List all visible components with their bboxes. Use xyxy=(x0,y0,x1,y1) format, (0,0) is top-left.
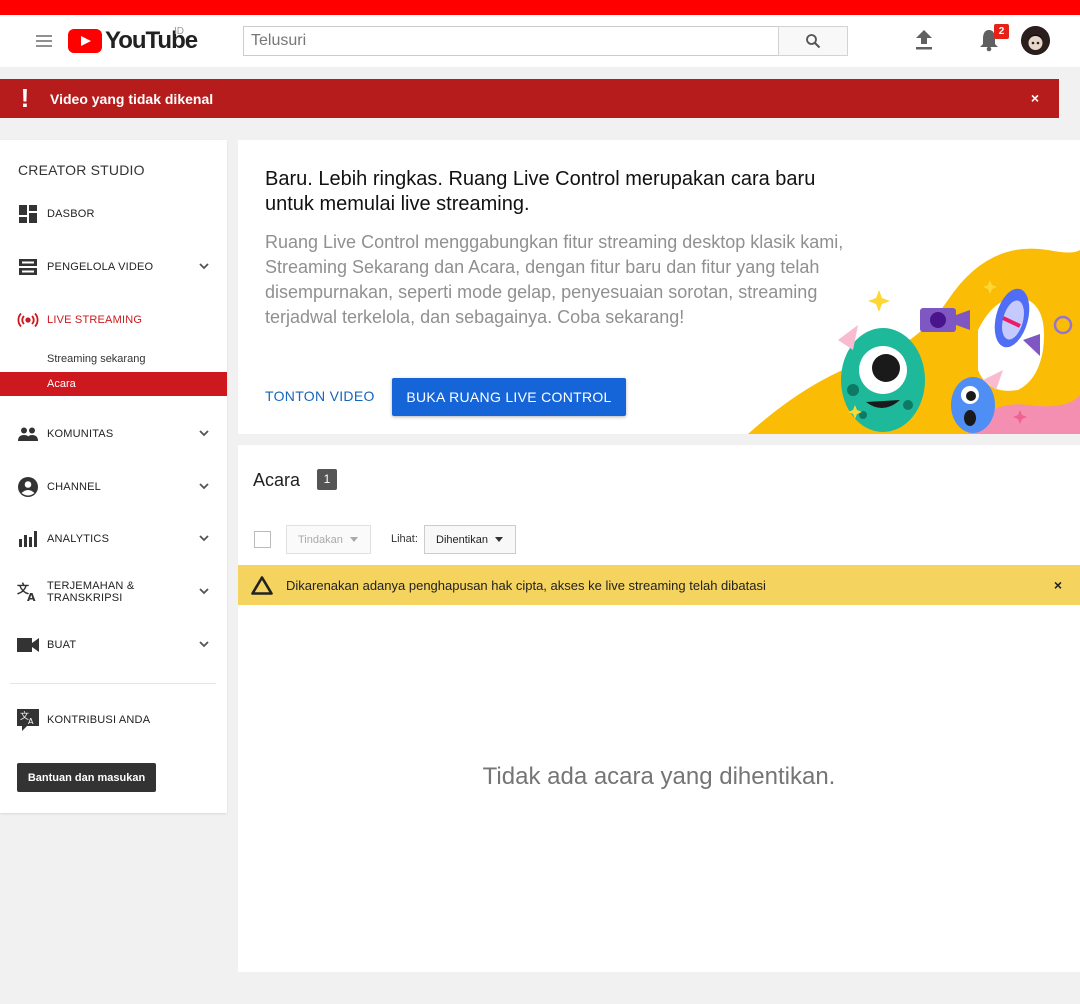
chevron-down-icon[interactable] xyxy=(199,261,209,271)
creator-studio-sidebar: CREATOR STUDIO DASBOR PENGELOLA VIDEO LI… xyxy=(0,140,227,813)
search-input[interactable]: Telusuri xyxy=(243,26,779,56)
sidebar-item-analytics[interactable]: ANALYTICS xyxy=(0,524,227,554)
view-filter-value: Dihentikan xyxy=(436,533,488,546)
translate-icon: 文A xyxy=(17,582,36,602)
sidebar-item-label: CHANNEL xyxy=(47,481,101,493)
label-line: TRANSKRIPSI xyxy=(47,592,123,604)
help-feedback-button[interactable]: Bantuan dan masukan xyxy=(17,763,156,792)
events-panel: Acara 1 Tindakan Lihat: Dihentikan Dikar… xyxy=(238,445,1080,972)
top-red-strip xyxy=(0,0,1080,15)
actions-dropdown-label: Tindakan xyxy=(298,533,343,546)
contribution-translate-icon: 文A xyxy=(16,709,39,731)
label-line: TERJEMAHAN & xyxy=(47,580,135,592)
actions-dropdown[interactable]: Tindakan xyxy=(286,525,371,554)
dashboard-icon xyxy=(18,205,37,223)
sidebar-item-pengelola-video[interactable]: PENGELOLA VIDEO xyxy=(0,252,227,282)
open-live-control-button[interactable]: BUKA RUANG LIVE CONTROL xyxy=(392,378,626,416)
warning-triangle-icon xyxy=(251,575,273,595)
avatar-image-icon xyxy=(1021,26,1050,55)
notification-badge: 2 xyxy=(994,24,1009,39)
sidebar-item-dasbor[interactable]: DASBOR xyxy=(0,199,227,229)
sidebar-item-live-streaming[interactable]: LIVE STREAMING xyxy=(0,305,227,335)
country-code: ID xyxy=(174,26,184,37)
avatar[interactable] xyxy=(1021,26,1050,55)
video-camera-icon xyxy=(16,638,39,652)
svg-text:A: A xyxy=(27,591,36,602)
sidebar-subitem-acara[interactable]: Acara xyxy=(0,372,227,396)
view-label: Lihat: xyxy=(391,533,418,545)
chevron-down-icon[interactable] xyxy=(199,586,209,596)
events-title: Acara xyxy=(253,470,301,490)
sidebar-item-komunitas[interactable]: KOMUNITAS xyxy=(0,419,227,449)
sidebar-item-channel[interactable]: CHANNEL xyxy=(0,472,227,502)
sidebar-item-label: LIVE STREAMING xyxy=(47,314,143,326)
account-circle-icon xyxy=(17,477,38,497)
sidebar-item-label: PENGELOLA VIDEO xyxy=(47,261,154,273)
sidebar-item-label: ANALYTICS xyxy=(47,533,110,545)
video-manager-icon xyxy=(18,259,37,275)
empty-state-message: Tidak ada acara yang dihentikan. xyxy=(482,763,836,790)
events-count-badge: 1 xyxy=(317,469,337,490)
analytics-bar-icon xyxy=(18,531,37,547)
masthead: YouTube ID Telusuri 2 xyxy=(0,15,1080,67)
sidebar-item-label: KOMUNITAS xyxy=(47,428,114,440)
sidebar-item-terjemahan[interactable]: 文A TERJEMAHAN & TRANSKRIPSI xyxy=(0,577,227,607)
chevron-down-icon[interactable] xyxy=(199,533,209,543)
menu-icon[interactable] xyxy=(36,35,52,47)
sidebar-item-label: DASBOR xyxy=(47,208,95,220)
chevron-down-icon[interactable] xyxy=(199,428,209,438)
sidebar-item-label: KONTRIBUSI ANDA xyxy=(47,714,151,726)
sidebar-subitem-streaming-sekarang[interactable]: Streaming sekarang xyxy=(0,347,227,371)
sidebar-title: CREATOR STUDIO xyxy=(18,162,145,178)
select-all-checkbox[interactable] xyxy=(254,531,271,548)
live-control-promo: Baru. Lebih ringkas. Ruang Live Control … xyxy=(238,140,1080,434)
chevron-down-icon[interactable] xyxy=(199,481,209,491)
alert-message: Video yang tidak dikenal xyxy=(50,90,214,107)
sidebar-item-buat[interactable]: BUAT xyxy=(0,630,227,660)
close-warning-button[interactable]: × xyxy=(1054,577,1062,593)
live-streaming-icon xyxy=(17,312,38,328)
upload-icon[interactable] xyxy=(914,29,934,51)
search-icon xyxy=(806,34,821,49)
community-icon xyxy=(17,427,38,441)
caret-down-icon xyxy=(349,537,358,542)
promo-illustration xyxy=(748,248,1080,434)
sidebar-divider xyxy=(10,683,216,684)
search-button[interactable] xyxy=(778,26,848,56)
chevron-down-icon[interactable] xyxy=(199,639,209,649)
sidebar-item-label: TERJEMAHAN & TRANSKRIPSI xyxy=(47,580,134,604)
sidebar-item-label: BUAT xyxy=(47,639,77,651)
caret-down-icon xyxy=(494,537,503,542)
unknown-video-alert: ! Video yang tidak dikenal × xyxy=(0,79,1059,118)
sidebar-item-kontribusi[interactable]: 文A KONTRIBUSI ANDA xyxy=(0,705,227,735)
svg-text:A: A xyxy=(28,717,34,726)
copyright-warning-banner: Dikarenakan adanya penghapusan hak cipta… xyxy=(238,565,1080,605)
view-filter-dropdown[interactable]: Dihentikan xyxy=(424,525,516,554)
watch-video-link[interactable]: TONTON VIDEO xyxy=(265,388,375,404)
youtube-play-icon xyxy=(68,29,102,53)
promo-title: Baru. Lebih ringkas. Ruang Live Control … xyxy=(265,168,816,215)
close-alert-button[interactable]: × xyxy=(1031,90,1039,106)
exclamation-icon: ! xyxy=(20,83,30,113)
warning-message: Dikarenakan adanya penghapusan hak cipta… xyxy=(286,577,766,593)
